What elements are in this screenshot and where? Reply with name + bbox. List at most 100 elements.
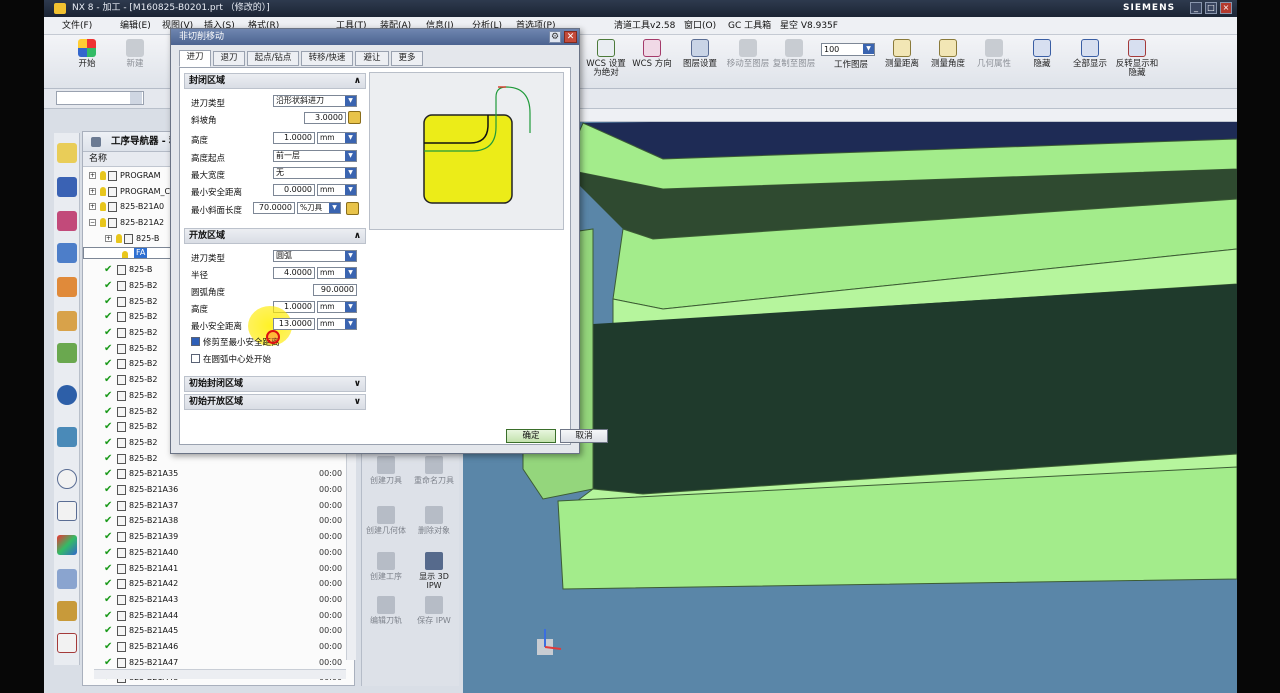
table-row[interactable]: ✔ 825-B21A44 00:00 xyxy=(83,608,356,624)
table-row[interactable]: ✔ 825-B21A43 00:00 xyxy=(83,592,356,608)
assembly-nav-icon[interactable] xyxy=(57,143,77,163)
constraint-nav-icon[interactable] xyxy=(57,177,77,197)
expand-toggle-icon[interactable]: + xyxy=(89,187,96,195)
min-ramp-length-input[interactable]: 70.0000 xyxy=(253,202,295,214)
table-row[interactable]: ✔ 825-B21A36 00:00 xyxy=(83,482,356,498)
wcs-absolute-button[interactable]: WCS 设置为绝对 xyxy=(586,39,626,78)
palette-icon[interactable] xyxy=(57,343,77,363)
open-area-section[interactable]: 开放区域 ∧ xyxy=(184,228,366,244)
menu-xingkong[interactable]: 星空 V8.935F xyxy=(780,17,838,35)
cancel-button[interactable]: 取消 xyxy=(560,429,608,443)
menu-gc-toolbox[interactable]: GC 工具箱 xyxy=(728,17,771,35)
history-palette-icon[interactable] xyxy=(57,633,77,653)
table-row[interactable]: ✔ 825-B21A42 00:00 xyxy=(83,576,356,592)
table-row[interactable]: ✔ 825-B21A39 00:00 xyxy=(83,529,356,545)
edit-tool-path-button[interactable]: 编辑刀轨 xyxy=(364,596,408,625)
table-row[interactable]: ✔ 825-B21A37 00:00 xyxy=(83,498,356,514)
ok-button[interactable]: 确定 xyxy=(506,429,556,443)
gear-icon[interactable]: ⚙ xyxy=(549,31,561,43)
operation-nav-icon[interactable] xyxy=(57,243,77,263)
table-row[interactable]: ✔ 825-B21A45 00:00 xyxy=(83,623,356,639)
open-min-clearance-input[interactable]: 13.0000 xyxy=(273,318,315,330)
info-icon[interactable] xyxy=(57,385,77,405)
create-geometry-button[interactable]: 创建几何体 xyxy=(364,506,408,535)
open-height-unit[interactable]: mm ▼ xyxy=(317,301,357,313)
formula-icon[interactable] xyxy=(348,111,361,124)
expand-toggle-icon[interactable]: + xyxy=(89,203,96,211)
history-clock-icon[interactable] xyxy=(57,469,77,489)
closed-engage-type-select[interactable]: 沿形状斜进刀 ▼ xyxy=(273,95,357,107)
roles-icon[interactable] xyxy=(57,569,77,589)
maximize-button[interactable]: □ xyxy=(1205,2,1217,14)
trim-checkbox[interactable] xyxy=(191,337,200,346)
tab-transfer-rapid[interactable]: 转移/快速 xyxy=(301,51,353,66)
open-min-clearance-unit[interactable]: mm ▼ xyxy=(317,318,357,330)
closed-min-clearance-input[interactable]: 0.0000 xyxy=(273,184,315,196)
menu-cleanup-tools[interactable]: 清道工具v2.58 xyxy=(614,17,675,35)
ramp-angle-input[interactable]: 3.0000 xyxy=(304,112,346,124)
height-from-select[interactable]: 前一层 ▼ xyxy=(273,150,357,162)
measure-angle-button[interactable]: 测量角度 xyxy=(928,39,968,69)
reuse-library-icon[interactable] xyxy=(57,311,77,331)
initial-closed-section[interactable]: 初始封闭区域 ∨ xyxy=(184,376,366,392)
arc-angle-input[interactable]: 90.0000 xyxy=(313,284,357,296)
table-row[interactable]: ✔ 825-B21A38 00:00 xyxy=(83,513,356,529)
hide-button[interactable]: 隐藏 xyxy=(1022,39,1062,69)
web-browser-icon[interactable] xyxy=(57,601,77,621)
start-button[interactable]: 开始 xyxy=(72,39,102,69)
tab-avoidance[interactable]: 避让 xyxy=(355,51,389,66)
layer-settings-button[interactable]: 图层设置 xyxy=(678,39,722,69)
show-3d-ipw-button[interactable]: 显示 3D IPW xyxy=(412,552,456,590)
minimize-button[interactable]: _ xyxy=(1190,2,1202,14)
part-nav-icon[interactable] xyxy=(57,211,77,231)
new-button[interactable]: 新建 xyxy=(120,39,150,69)
table-row[interactable]: ✔ 825-B21A40 00:00 xyxy=(83,545,356,561)
menu-file[interactable]: 文件(F) xyxy=(62,17,92,35)
invert-show-hide-button[interactable]: 反转显示和隐藏 xyxy=(1114,39,1160,78)
radius-unit[interactable]: mm ▼ xyxy=(317,267,357,279)
min-ramp-length-unit[interactable]: %刀具 ▼ xyxy=(297,202,341,214)
machine-nav-icon[interactable] xyxy=(57,277,77,297)
delete-object-button[interactable]: 删除对象 xyxy=(412,506,456,535)
layer-select[interactable]: 100 ▼ xyxy=(821,43,875,56)
closed-area-section[interactable]: 封闭区域 ∧ xyxy=(184,73,366,89)
tab-more[interactable]: 更多 xyxy=(391,51,423,66)
closed-height-unit[interactable]: mm ▼ xyxy=(317,132,357,144)
regen-tool-button[interactable]: 重命名刀具 xyxy=(412,456,456,485)
visualization-icon[interactable] xyxy=(57,535,77,555)
radius-input[interactable]: 4.0000 xyxy=(273,267,315,279)
table-row[interactable]: ✔ 825-B21A46 00:00 xyxy=(83,639,356,655)
menu-edit[interactable]: 编辑(E) xyxy=(120,17,151,35)
wcs-direction-button[interactable]: WCS 方向 xyxy=(632,39,672,69)
save-ipw-button[interactable]: 保存 IPW xyxy=(412,596,456,625)
closed-min-clearance-unit[interactable]: mm ▼ xyxy=(317,184,357,196)
create-operation-button[interactable]: 创建工序 xyxy=(364,552,408,581)
move-to-layer-button[interactable]: 移动至图层 xyxy=(726,39,770,69)
start-center-checkbox[interactable] xyxy=(191,354,200,363)
max-width-select[interactable]: 无 ▼ xyxy=(273,167,357,179)
initial-open-section[interactable]: 初始开放区域 ∨ xyxy=(184,394,366,410)
show-all-button[interactable]: 全部显示 xyxy=(1068,39,1112,69)
expand-toggle-icon[interactable]: + xyxy=(105,234,112,242)
closed-height-input[interactable]: 1.0000 xyxy=(273,132,315,144)
measure-distance-button[interactable]: 测量距离 xyxy=(882,39,922,69)
dialog-close-icon[interactable]: ✕ xyxy=(564,31,577,43)
tab-engage[interactable]: 进刀 xyxy=(179,50,211,67)
geometry-properties-button[interactable]: 几何属性 xyxy=(974,39,1014,69)
table-row[interactable]: ✔ 825-B21A35 00:00 xyxy=(83,466,356,482)
expand-toggle-icon[interactable]: + xyxy=(89,172,96,179)
create-tool-button[interactable]: 创建刀具 xyxy=(364,456,408,485)
pin-icon[interactable] xyxy=(91,137,101,147)
tab-retract[interactable]: 退刀 xyxy=(213,51,245,66)
formula-icon[interactable] xyxy=(346,202,359,215)
expand-toggle-icon[interactable]: − xyxy=(89,219,96,227)
table-row[interactable]: ✔ 825-B21A41 00:00 xyxy=(83,561,356,577)
open-engage-type-select[interactable]: 圆弧 ▼ xyxy=(273,250,357,262)
close-button[interactable]: × xyxy=(1220,2,1232,14)
navigator-hscroll[interactable] xyxy=(94,669,346,679)
process-studio-icon[interactable] xyxy=(57,501,77,521)
menu-window[interactable]: 窗口(O) xyxy=(684,17,716,35)
system-materials-icon[interactable] xyxy=(57,427,77,447)
tab-start-drill-points[interactable]: 起点/钻点 xyxy=(247,51,299,66)
copy-to-layer-button[interactable]: 复制至图层 xyxy=(772,39,816,69)
